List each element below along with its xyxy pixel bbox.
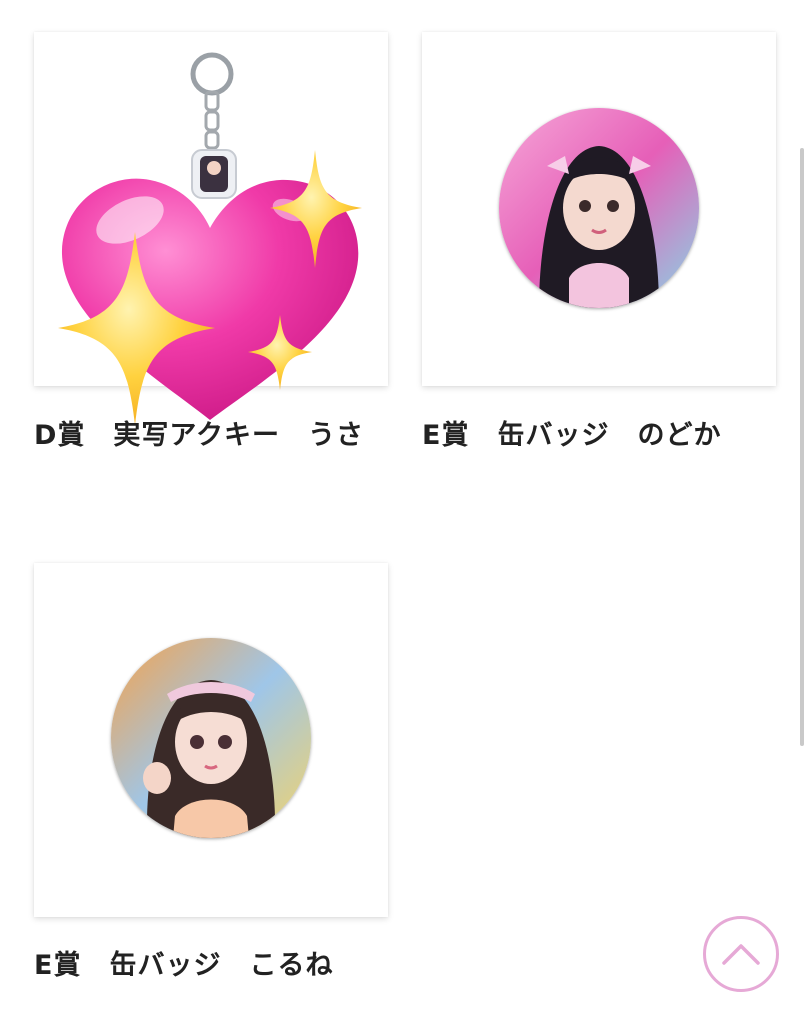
product-title-e-prize-korune[interactable]: E賞 缶バッジ こるね xyxy=(34,942,394,990)
product-title-e-prize-nodoka[interactable]: E賞 缶バッジ のどか xyxy=(422,412,792,460)
product-title-d-prize[interactable]: D賞 実写アクキー うさ xyxy=(34,412,374,460)
chevron-up-icon xyxy=(722,944,760,965)
can-badge-image xyxy=(499,108,699,308)
can-badge-image xyxy=(111,638,311,838)
product-card-e-prize-korune[interactable] xyxy=(34,563,388,917)
scrollbar[interactable] xyxy=(800,148,804,746)
product-card-e-prize-nodoka[interactable] xyxy=(422,32,776,386)
sparkles-icon xyxy=(58,150,362,425)
scroll-to-top-button[interactable] xyxy=(703,916,779,992)
